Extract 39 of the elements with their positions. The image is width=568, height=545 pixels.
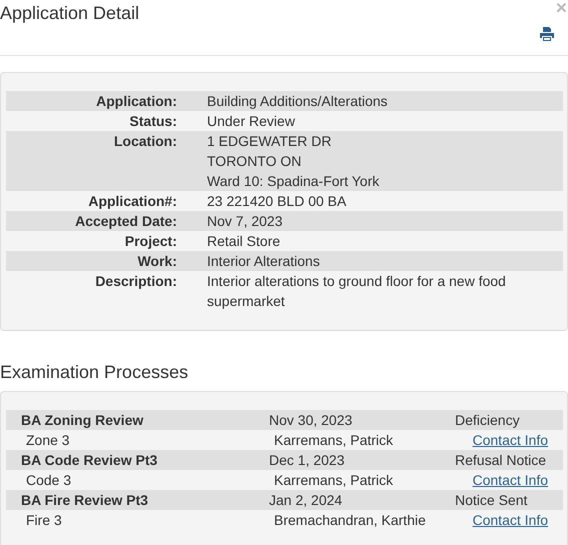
process-date: Dec 1, 2023 xyxy=(269,451,346,470)
field-value: 1 EDGEWATER DR xyxy=(207,132,332,151)
contact-info-link[interactable]: Contact Info xyxy=(472,510,548,530)
field-value: Retail Store xyxy=(207,232,282,251)
field-value: Building Additions/Alterations xyxy=(207,92,389,111)
process-date: Nov 30, 2023 xyxy=(269,411,354,430)
contact-info-link[interactable]: Contact Info xyxy=(472,430,548,450)
contact-info-link[interactable]: Contact Info xyxy=(472,470,548,490)
field-value: 23 221420 BLD 00 BA xyxy=(207,192,348,211)
process-date: Jan 2, 2024 xyxy=(269,491,344,510)
examiner-name: Bremachandran, Karthie xyxy=(274,511,427,530)
examiner-name: Karremans, Patrick xyxy=(274,471,394,490)
field-label: Application: xyxy=(96,92,177,111)
process-code: Code 3 xyxy=(26,471,72,490)
field-value: Interior Alterations xyxy=(207,252,321,271)
field-label: Location: xyxy=(114,132,177,151)
section-title: Examination Processes xyxy=(0,361,188,383)
process-name: BA Fire Review Pt3 xyxy=(21,491,150,510)
field-label: Application#: xyxy=(88,192,177,211)
process-code: Fire 3 xyxy=(26,511,63,530)
field-value: Under Review xyxy=(207,112,296,131)
examiner-name: Karremans, Patrick xyxy=(274,431,394,450)
field-value: Nov 7, 2023 xyxy=(207,212,284,231)
field-value: Interior alterations to ground floor for a new food supermarket xyxy=(207,272,507,311)
process-name: BA Code Review Pt3 xyxy=(21,451,158,470)
field-label: Description: xyxy=(95,272,177,291)
process-code: Zone 3 xyxy=(26,431,71,450)
field-value: Ward 10: Spadina-Fort York xyxy=(207,172,380,191)
process-status: Notice Sent xyxy=(455,491,528,510)
field-label: Accepted Date: xyxy=(75,212,177,231)
process-status: Deficiency xyxy=(455,411,521,430)
field-label: Project: xyxy=(124,232,177,251)
dialog-title: Application Detail xyxy=(0,2,140,24)
process-name: BA Zoning Review xyxy=(21,411,144,430)
field-label: Status: xyxy=(130,112,177,131)
field-label: Work: xyxy=(138,252,177,271)
process-status: Refusal Notice xyxy=(455,451,548,470)
field-value: TORONTO ON xyxy=(207,152,302,171)
print-icon[interactable] xyxy=(540,27,554,41)
